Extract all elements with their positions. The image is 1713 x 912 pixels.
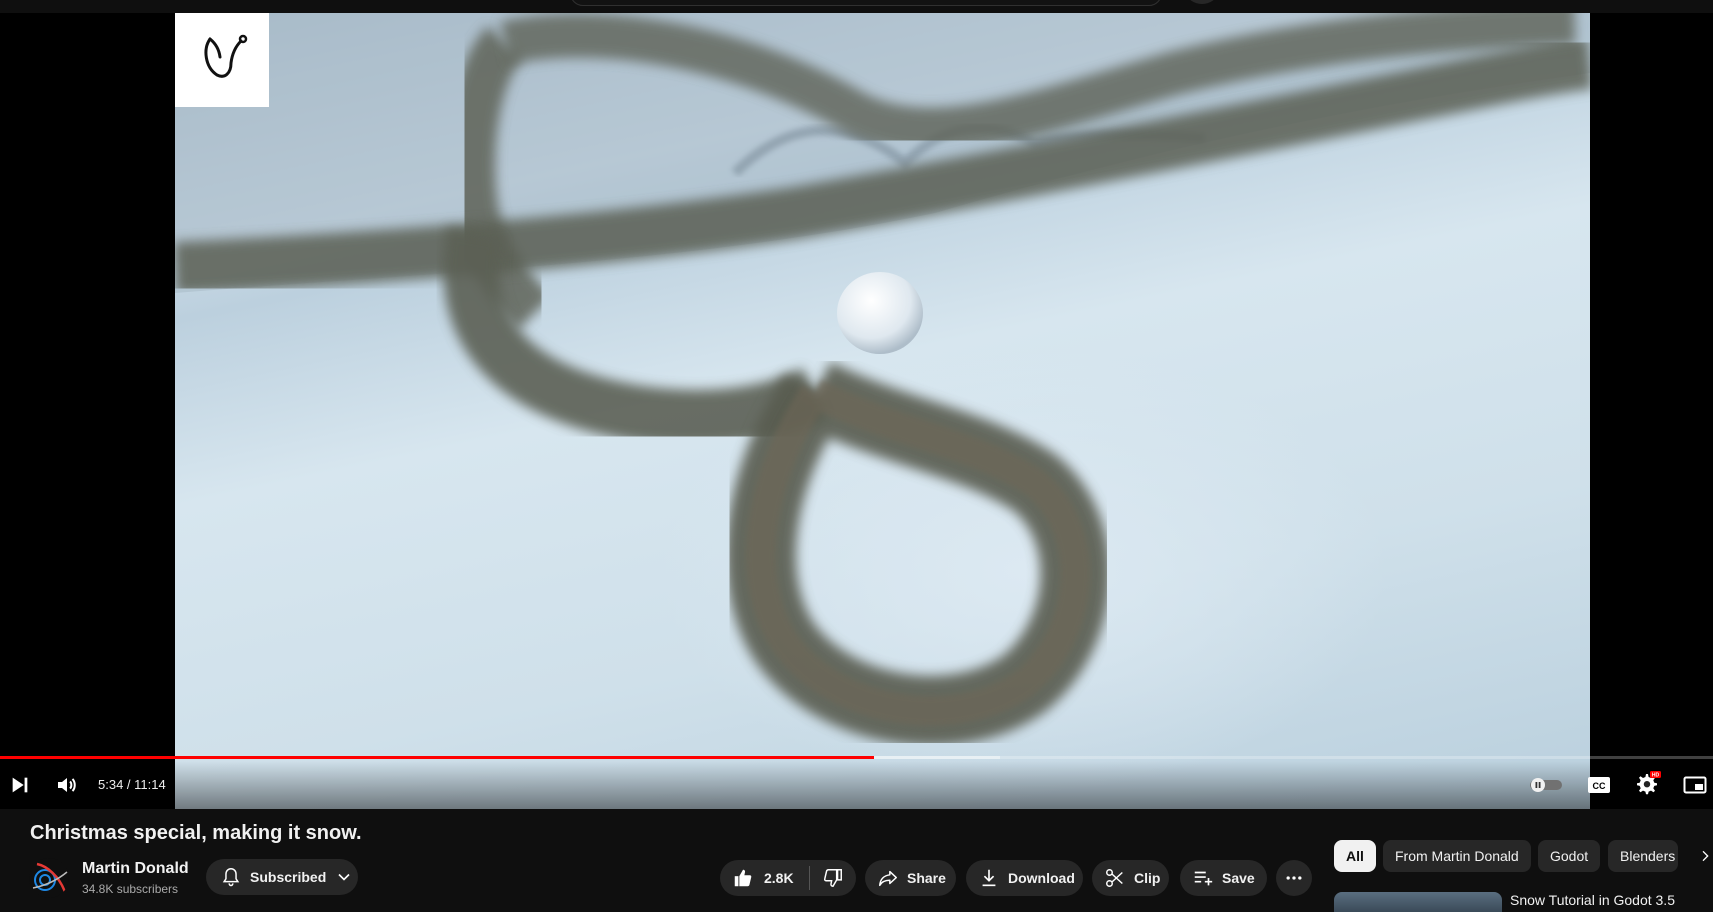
search-box[interactable]	[570, 0, 1162, 6]
like-button[interactable]: 2.8K	[720, 860, 809, 896]
more-actions-button[interactable]	[1276, 860, 1312, 896]
recommended-title[interactable]: Snow Tutorial in Godot 3.5	[1510, 892, 1675, 908]
time-separator: /	[123, 777, 135, 792]
channel-avatar[interactable]	[29, 858, 69, 898]
recommended-thumbnail[interactable]	[1334, 892, 1502, 912]
download-icon	[982, 869, 996, 887]
chevron-right-icon	[1702, 850, 1709, 862]
chevron-down-icon	[338, 873, 350, 881]
captions-label: CC	[1593, 781, 1606, 791]
channel-logo-icon	[32, 862, 68, 893]
settings-button[interactable]: HD	[1632, 761, 1662, 809]
share-label: Share	[907, 870, 946, 886]
thumbs-up-icon	[734, 869, 752, 887]
time-display: 5:34 / 11:14	[98, 761, 166, 809]
snowball	[837, 272, 923, 354]
video-frame[interactable]	[175, 13, 1590, 809]
mute-button[interactable]	[52, 761, 82, 809]
subscriber-count: 34.8K subscribers	[82, 882, 179, 896]
like-dislike-group: 2.8K	[720, 860, 856, 896]
save-label: Save	[1222, 870, 1255, 886]
subscribed-button[interactable]: Subscribed	[206, 859, 358, 895]
chip-from-channel[interactable]: From Martin Donald	[1383, 840, 1531, 872]
chips-next-button[interactable]	[1680, 840, 1713, 872]
play-next-icon	[12, 777, 28, 793]
miniplayer-icon	[1683, 776, 1707, 794]
settings-icon: HD	[1637, 771, 1661, 795]
clip-label: Clip	[1134, 870, 1161, 886]
thumbs-down-icon	[823, 869, 842, 887]
autoplay-toggle[interactable]	[1528, 761, 1564, 809]
share-icon	[879, 870, 897, 887]
voice-search-button[interactable]	[1187, 0, 1217, 4]
subscribed-label: Subscribed	[250, 869, 327, 885]
top-bar	[0, 0, 1713, 13]
player-controls: 5:34 / 11:14 CC HD	[0, 761, 1713, 809]
save-button[interactable]: Save	[1180, 860, 1267, 896]
captions-button[interactable]: CC	[1584, 761, 1614, 809]
watermark-logo-icon	[204, 34, 248, 78]
played-bar	[0, 756, 874, 759]
chip-all[interactable]: All	[1334, 840, 1376, 872]
duration: 11:14	[134, 777, 166, 792]
dislike-button[interactable]	[810, 860, 857, 896]
like-count: 2.8K	[764, 870, 794, 886]
current-time: 5:34	[98, 777, 124, 792]
volume-icon	[58, 778, 76, 792]
share-button[interactable]: Share	[865, 860, 956, 896]
chip-godot[interactable]: Godot	[1538, 840, 1601, 872]
progress-bar[interactable]	[0, 756, 1713, 759]
miniplayer-button[interactable]	[1680, 761, 1710, 809]
clip-button[interactable]: Clip	[1092, 860, 1169, 896]
channel-name[interactable]: Martin Donald	[82, 860, 189, 878]
chip-blenders[interactable]: Blenders	[1608, 840, 1678, 872]
more-horizontal-icon	[1286, 876, 1302, 880]
download-button[interactable]: Download	[966, 860, 1083, 896]
video-title: Christmas special, making it snow.	[30, 822, 362, 844]
captions-icon: CC	[1588, 777, 1610, 793]
save-playlist-icon	[1194, 871, 1213, 886]
hd-badge: HD	[1652, 773, 1660, 779]
bell-icon	[222, 868, 240, 887]
autoplay-toggle-icon	[1530, 778, 1562, 792]
next-button[interactable]	[6, 761, 34, 809]
download-label: Download	[1008, 870, 1075, 886]
snow-scene	[175, 13, 1590, 746]
scissors-icon	[1106, 869, 1123, 887]
channel-watermark[interactable]	[175, 13, 269, 107]
video-player[interactable]: 5:34 / 11:14 CC HD	[0, 13, 1713, 809]
